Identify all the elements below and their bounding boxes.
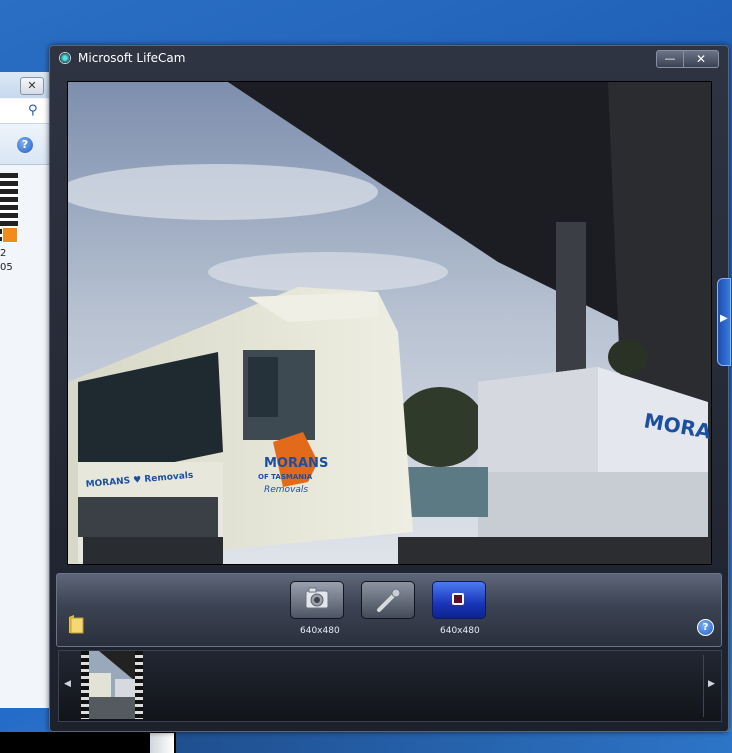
truck-lettering-3: Removals <box>264 485 308 495</box>
record-video-button[interactable] <box>432 581 486 619</box>
taskbar-item[interactable] <box>150 733 174 753</box>
file-name-line-2: 05 <box>0 262 13 273</box>
scroll-left-icon[interactable]: ◀ <box>64 679 71 689</box>
truck-lettering-1: MORANS <box>264 456 328 471</box>
scroll-right-icon[interactable]: ▶ <box>708 679 715 689</box>
record-stop-icon <box>452 593 464 605</box>
background-explorer-window: ✕ ⚲ ? 2 05 <box>0 72 51 708</box>
microphone-button[interactable] <box>361 581 415 619</box>
film-strip-left <box>81 651 89 719</box>
explorer-close-button[interactable]: ✕ <box>20 77 44 95</box>
truck-lettering-2: OF TASMANIA <box>258 473 313 481</box>
video-resolution-label: 640x480 <box>440 626 480 636</box>
photo-resolution-label: 640x480 <box>300 626 340 636</box>
taskbar-glass <box>176 732 732 753</box>
close-button[interactable]: ✕ <box>683 50 719 68</box>
explorer-search-box[interactable] <box>0 99 50 124</box>
search-icon[interactable]: ⚲ <box>28 103 38 118</box>
control-bar: 640x480 640x480 ? <box>56 573 722 647</box>
camera-preview-image: MORANS MORANS OF TASMANIA Removals MORAN… <box>68 82 711 564</box>
side-panel-toggle[interactable]: ▶ <box>717 278 731 366</box>
camera-preview: MORANS MORANS OF TASMANIA Removals MORAN… <box>67 81 712 565</box>
help-icon[interactable]: ? <box>697 619 714 636</box>
help-icon[interactable]: ? <box>17 137 33 153</box>
folder-icon[interactable] <box>68 614 84 634</box>
minimize-button[interactable]: — <box>656 50 684 68</box>
thumbnail-preview <box>89 651 135 719</box>
expand-arrow-icon: ▶ <box>720 313 728 324</box>
media-play-icon <box>2 227 18 243</box>
microphone-icon <box>377 588 401 612</box>
camera-icon <box>305 587 329 609</box>
lifecam-app-icon <box>59 52 71 64</box>
window-title: Microsoft LifeCam <box>78 51 186 65</box>
take-photo-button[interactable] <box>290 581 344 619</box>
thumbnail-strip: ◀ ▶ <box>58 650 722 722</box>
recorded-video-thumbnail[interactable] <box>81 651 143 719</box>
film-strip-right <box>135 651 143 719</box>
lifecam-window: Microsoft LifeCam — ✕ MORANS MORANS OF T… <box>49 45 731 732</box>
strip-divider <box>703 655 704 717</box>
file-name-line-1: 2 <box>0 248 7 259</box>
